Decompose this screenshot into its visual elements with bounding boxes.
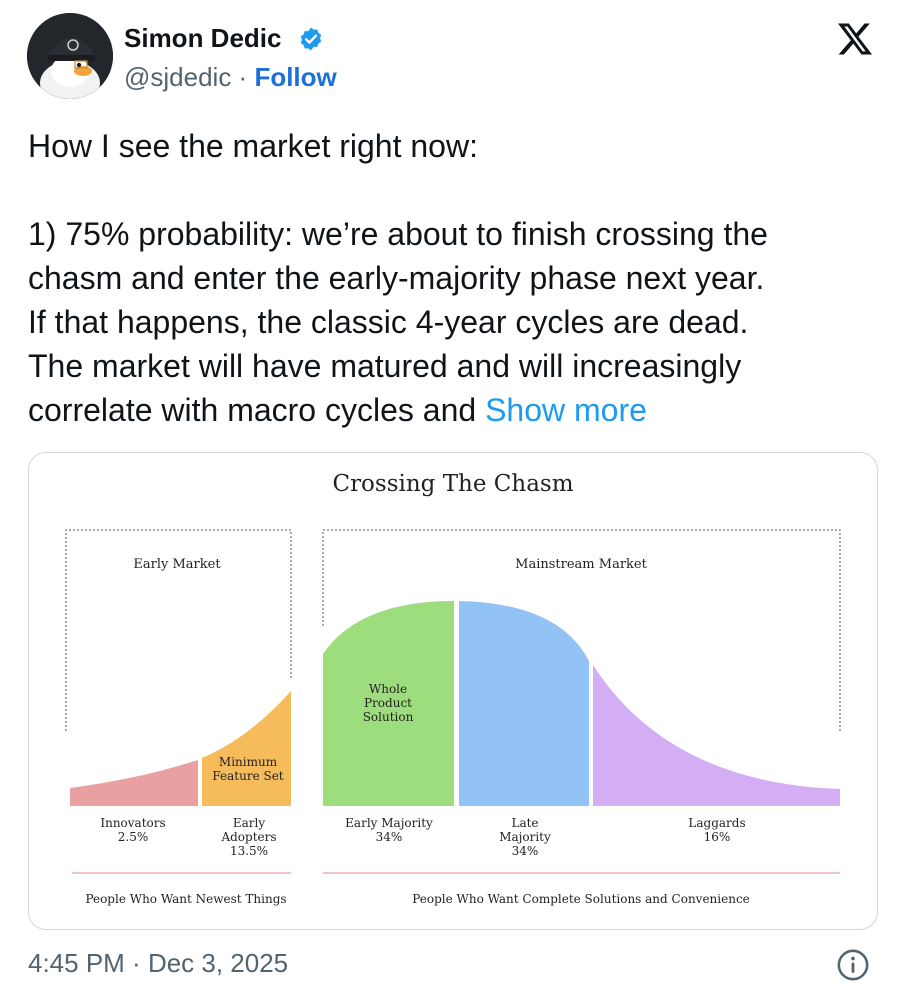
innovators-share: 2.5% (118, 830, 149, 844)
late-majority-label: Late (511, 816, 538, 830)
handle-row: @sjdedic · Follow (124, 61, 337, 93)
author-handle[interactable]: @sjdedic (124, 62, 231, 92)
whole-product-solution-label: Product (364, 696, 412, 710)
tweet-line: How I see the market right now: (28, 128, 478, 164)
tweet-line: 1) 75% probability: we’re about to finis… (28, 216, 768, 252)
early-majority-share: 34% (376, 830, 403, 844)
whole-product-solution-label: Solution (363, 710, 414, 724)
tweet-line-last: correlate with macro cycles and Show mor… (28, 388, 878, 432)
chasm-diagram: Crossing The Chasm Early Market Mainstre… (65, 471, 841, 906)
avatar-image (27, 13, 113, 99)
late-majority-segment (459, 601, 589, 806)
early-adopters-label: Early (233, 816, 265, 830)
early-adopters-segment (202, 691, 291, 806)
laggards-segment (593, 665, 840, 806)
laggards-label: Laggards (688, 816, 745, 830)
early-adopters-label: Adopters (220, 830, 276, 844)
tweet-timestamp[interactable]: 4:45 PM · Dec 3, 2025 (28, 946, 288, 980)
tweet-line: If that happens, the classic 4-year cycl… (28, 304, 749, 340)
innovators-segment (70, 760, 198, 806)
mainstream-market-label: Mainstream Market (515, 557, 647, 572)
tweet-line: chasm and enter the early-majority phase… (28, 260, 765, 296)
diagram-title: Crossing The Chasm (332, 471, 573, 497)
x-logo-icon[interactable] (836, 22, 874, 56)
early-market-label: Early Market (133, 557, 221, 572)
late-majority-share: 34% (512, 844, 539, 858)
author-avatar[interactable] (27, 13, 113, 99)
tweet-line: correlate with macro cycles and (28, 392, 486, 428)
tweet-time: 4:45 PM (28, 948, 125, 978)
tweet-media-image[interactable]: Crossing The Chasm Early Market Mainstre… (28, 452, 878, 930)
tweet-line: The market will have matured and will in… (28, 348, 742, 384)
tweet-date: Dec 3, 2025 (147, 948, 289, 978)
follow-button[interactable]: Follow (254, 62, 336, 92)
author-name[interactable]: Simon Dedic (124, 22, 281, 54)
whole-product-solution-label: Whole (369, 682, 407, 696)
innovators-label: Innovators (100, 816, 165, 830)
show-more-link[interactable]: Show more (485, 392, 647, 428)
laggards-share: 16% (704, 830, 731, 844)
footer-left-label: People Who Want Newest Things (85, 892, 286, 906)
early-majority-label: Early Majority (345, 816, 433, 830)
late-majority-label: Majority (499, 830, 551, 844)
early-adopters-share: 13.5% (230, 844, 268, 858)
handle-separator: · (231, 62, 255, 92)
verified-badge-icon (300, 27, 322, 51)
timestamp-separator: · (124, 948, 148, 978)
tweet-text: How I see the market right now: 1) 75% p… (28, 124, 878, 432)
minimum-feature-set-label: Minimum (219, 755, 278, 769)
info-icon[interactable] (836, 948, 870, 982)
footer-right-label: People Who Want Complete Solutions and C… (412, 892, 750, 906)
minimum-feature-set-label: Feature Set (212, 769, 283, 783)
